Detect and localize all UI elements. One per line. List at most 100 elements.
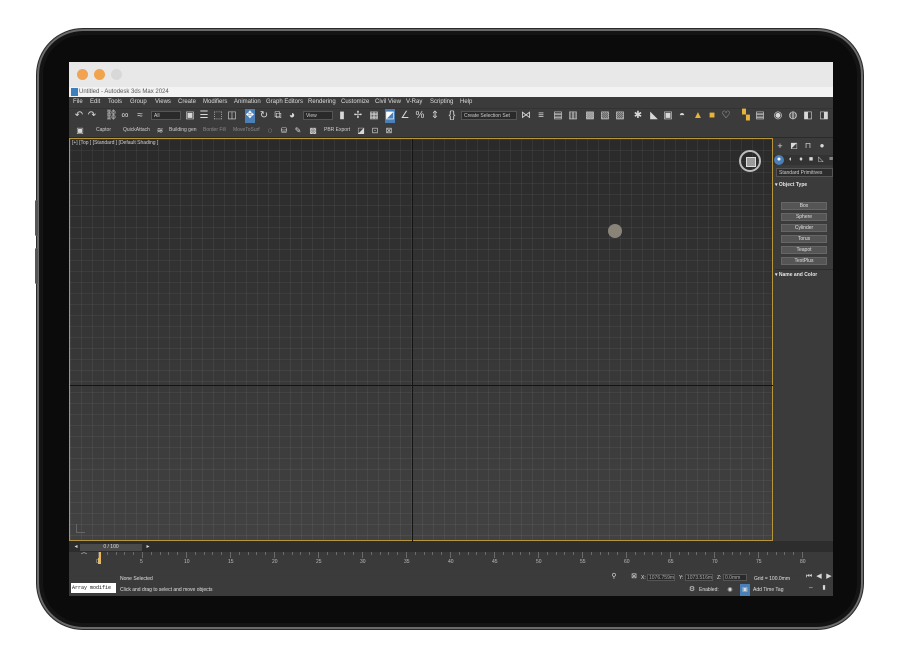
- menu-modifiers[interactable]: Modifiers: [203, 97, 227, 108]
- snaps-toggle-icon[interactable]: ◩: [385, 109, 395, 123]
- building-gen-icon[interactable]: ≋: [155, 124, 165, 137]
- captor-button[interactable]: Captor: [96, 124, 111, 137]
- isolate-selection-icon[interactable]: ⚲: [609, 570, 619, 584]
- movetosurf-button[interactable]: MoveToSurf: [233, 124, 260, 137]
- menu-views[interactable]: Views: [155, 97, 171, 108]
- export-icon[interactable]: ◨: [819, 109, 829, 123]
- quickattach-button[interactable]: QuickAttach: [123, 124, 150, 137]
- menu-file[interactable]: File: [73, 97, 83, 108]
- shapes-icon[interactable]: ◐: [786, 155, 796, 165]
- render-teapot-icon[interactable]: ◓: [677, 109, 687, 123]
- adaptive-degradation-icon[interactable]: ⚙: [687, 584, 697, 596]
- keyboard-shortcut-override-icon[interactable]: ▦: [369, 109, 379, 123]
- frame-tool-icon[interactable]: ⊡: [370, 124, 380, 137]
- menu-rendering[interactable]: Rendering: [308, 97, 336, 108]
- maxscript-listener-input[interactable]: Array modifie: [71, 583, 116, 593]
- menu-customize[interactable]: Customize: [341, 97, 369, 108]
- spacewarps-icon[interactable]: ≡: [826, 155, 833, 165]
- menu-civil-view[interactable]: Civil View: [375, 97, 401, 108]
- spinner-snap-icon[interactable]: ⇕: [430, 109, 440, 123]
- bind-spacewarp-icon[interactable]: ≈: [135, 109, 145, 123]
- angle-snap-icon[interactable]: ∠: [400, 109, 410, 123]
- track-bar[interactable]: ⌒ 0 5 10 15 20 25 30 35 40 45 50 55 60 65 70 75 80: [69, 552, 833, 570]
- vray-toolbar-icon[interactable]: ▤: [755, 109, 765, 123]
- align-icon[interactable]: ≡: [536, 109, 546, 123]
- rect-select-region-icon[interactable]: ⬚: [213, 109, 223, 123]
- textplus-button[interactable]: TextPlus: [781, 257, 827, 265]
- reference-coord-dropdown[interactable]: View: [303, 111, 333, 120]
- name-and-color-rollout[interactable]: ▾ Name and Color: [775, 269, 833, 280]
- pivot-center-icon[interactable]: ▮: [337, 109, 347, 123]
- select-manipulate-icon[interactable]: ✢: [353, 109, 363, 123]
- mini-curve-editor-icon[interactable]: ⌒: [79, 552, 89, 562]
- file-icon[interactable]: ◧: [803, 109, 813, 123]
- pbr-icon[interactable]: ▩: [308, 124, 318, 137]
- undo-icon[interactable]: ↶: [74, 109, 84, 123]
- create-tab-icon[interactable]: +: [775, 140, 785, 152]
- modify-tab-icon[interactable]: ◩: [789, 140, 799, 152]
- border-fill-button[interactable]: Border Fill: [203, 124, 226, 137]
- frame-field-icon[interactable]: ▮: [819, 582, 829, 594]
- link-icon[interactable]: ⛓: [105, 109, 118, 123]
- menu-animation[interactable]: Animation: [234, 97, 261, 108]
- box-tool-icon[interactable]: ◪: [356, 124, 366, 137]
- named-selection-dropdown[interactable]: Create Selection Set: [461, 111, 517, 120]
- enabled-toggle-icon[interactable]: ◉: [725, 584, 735, 596]
- viewcube-icon[interactable]: [739, 150, 761, 172]
- redo-icon[interactable]: ↷: [87, 109, 97, 123]
- vray-warning-icon[interactable]: ▲: [693, 109, 703, 123]
- menu-tools[interactable]: Tools: [108, 97, 122, 108]
- box-button[interactable]: Box: [781, 202, 827, 210]
- curve-editor-icon[interactable]: ▩: [585, 109, 595, 123]
- menu-graph-editors[interactable]: Graph Editors: [266, 97, 303, 108]
- sphere-button[interactable]: Sphere: [781, 213, 827, 221]
- add-time-tag[interactable]: Add Time Tag: [753, 587, 783, 593]
- motion-tab-icon[interactable]: ●: [817, 140, 827, 152]
- geometry-icon[interactable]: ●: [774, 155, 784, 165]
- torus-button[interactable]: Torus: [781, 235, 827, 243]
- scene-explorer-icon[interactable]: ▤: [553, 109, 563, 123]
- vray-heart-icon[interactable]: ♡: [721, 109, 731, 123]
- render-setup-icon[interactable]: ✱: [633, 109, 643, 123]
- select-place-icon[interactable]: ◕: [287, 109, 297, 123]
- edit-named-sets-icon[interactable]: {}: [447, 109, 457, 123]
- time-slider[interactable]: 0 / 100: [80, 544, 142, 551]
- menu-create[interactable]: Create: [178, 97, 196, 108]
- maximize-dot[interactable]: [111, 69, 122, 80]
- schematic-view-icon[interactable]: ▧: [600, 109, 610, 123]
- hierarchy-tab-icon[interactable]: ⊓: [803, 140, 813, 152]
- material-editor-icon[interactable]: ▨: [615, 109, 625, 123]
- viewport-label[interactable]: [+] [Top ] [Standard ] [Default Shading …: [72, 140, 158, 146]
- selection-filter-dropdown[interactable]: All: [151, 111, 181, 120]
- teapot-button[interactable]: Teapot: [781, 246, 827, 254]
- sphere-render-icon[interactable]: ◉: [773, 109, 783, 123]
- close-dot[interactable]: [77, 69, 88, 80]
- render-production-icon[interactable]: ▣: [663, 109, 673, 123]
- menu-scripting[interactable]: Scripting: [430, 97, 453, 108]
- menu-edit[interactable]: Edit: [90, 97, 100, 108]
- time-next-icon[interactable]: ▸: [143, 543, 153, 552]
- cylinder-button[interactable]: Cylinder: [781, 224, 827, 232]
- building-gen-button[interactable]: Building gen: [169, 124, 197, 137]
- object-type-rollout[interactable]: ▾ Object Type: [775, 180, 833, 190]
- percent-snap-icon[interactable]: %: [415, 109, 425, 123]
- figure-tool-icon[interactable]: ⊠: [384, 124, 394, 137]
- cameras-icon[interactable]: ■: [806, 155, 816, 165]
- vray-frame-buffer-icon[interactable]: ▚: [741, 109, 751, 123]
- select-move-icon[interactable]: ✥: [245, 109, 255, 123]
- select-by-name-icon[interactable]: ☰: [199, 109, 209, 123]
- vray-lights-icon[interactable]: ■: [707, 109, 717, 123]
- window-crossing-icon[interactable]: ◫: [227, 109, 237, 123]
- menu-group[interactable]: Group: [130, 97, 147, 108]
- unlink-icon[interactable]: ∞: [120, 109, 130, 123]
- captor-icon[interactable]: ▣: [75, 124, 85, 137]
- y-coordinate-field[interactable]: 1073.516m: [685, 574, 713, 581]
- mirror-icon[interactable]: ⋈: [521, 109, 531, 123]
- selection-lock-icon[interactable]: ⊠: [629, 570, 639, 584]
- x-coordinate-field[interactable]: 1076.759m: [647, 574, 675, 581]
- lights-icon[interactable]: ♦: [796, 155, 806, 165]
- helpers-icon[interactable]: ◺: [816, 155, 826, 165]
- stack-icon[interactable]: ⛁: [279, 124, 289, 137]
- globe-icon[interactable]: ◍: [788, 109, 798, 123]
- primitive-category-dropdown[interactable]: Standard Primitives: [776, 168, 833, 177]
